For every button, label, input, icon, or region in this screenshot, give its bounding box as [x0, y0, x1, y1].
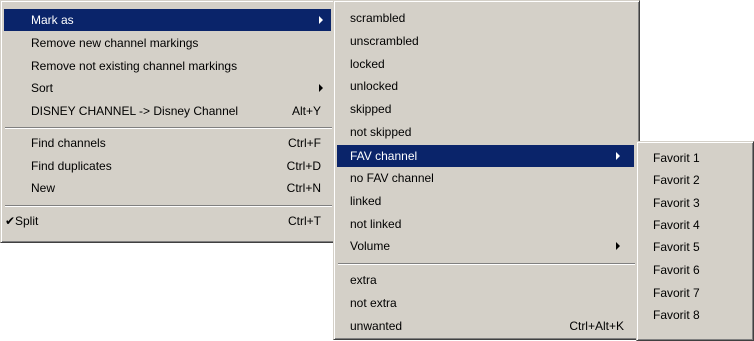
menu-item-favorit-1[interactable]: Favorit 1 [640, 147, 748, 169]
menu-item-label: unwanted [350, 319, 403, 333]
menu-item-split[interactable]: ✔ Split Ctrl+T [4, 210, 331, 232]
menu-item-label: Remove new channel markings [31, 36, 199, 50]
menu-item-not-extra[interactable]: not extra [337, 292, 634, 314]
menu-item-locked[interactable]: locked [337, 53, 634, 75]
menu-item-favorit-4[interactable]: Favorit 4 [640, 214, 748, 236]
menu-item-label: unscrambled [350, 34, 419, 48]
menu-item-shortcut: Ctrl+D [286, 159, 321, 173]
fav-channel-submenu: Favorit 1 Favorit 2 Favorit 3 Favorit 4 … [636, 141, 754, 341]
menu-item-label: linked [350, 194, 382, 208]
menu-item-shortcut: Ctrl+T [288, 214, 321, 228]
menu-item-label: New [31, 181, 56, 195]
menu-item-no-fav-channel[interactable]: no FAV channel [337, 167, 634, 189]
menu-item-not-linked[interactable]: not linked [337, 213, 634, 235]
menu-item-fav-channel[interactable]: FAV channel [337, 145, 634, 167]
menu-item-label: locked [350, 57, 385, 71]
menu-item-mark-as[interactable]: Mark as [4, 9, 331, 31]
menu-item-label: Favorit 3 [653, 196, 700, 210]
menu-item-favorit-6[interactable]: Favorit 6 [640, 259, 748, 281]
menu-item-label: skipped [350, 102, 392, 116]
menu-item-label: FAV channel [350, 149, 418, 163]
menu-item-favorit-3[interactable]: Favorit 3 [640, 192, 748, 214]
menu-item-find-channels[interactable]: Find channels Ctrl+F [4, 132, 331, 154]
menu-item-label: scrambled [350, 11, 406, 25]
menu-item-label: Find channels [31, 136, 106, 150]
menu-item-not-skipped[interactable]: not skipped [337, 121, 634, 143]
menu-item-label: Favorit 7 [653, 286, 700, 300]
context-menu: Mark as Remove new channel markings Remo… [0, 0, 337, 243]
submenu-arrow-icon [616, 152, 620, 160]
menu-item-label: not skipped [350, 125, 412, 139]
menu-item-extra[interactable]: extra [337, 269, 634, 291]
menu-item-favorit-8[interactable]: Favorit 8 [640, 304, 748, 326]
menu-item-rename-disney[interactable]: DISNEY CHANNEL -> Disney Channel Alt+Y [4, 100, 331, 122]
menu-item-unlocked[interactable]: unlocked [337, 75, 634, 97]
menu-item-find-duplicates[interactable]: Find duplicates Ctrl+D [4, 155, 331, 177]
menu-item-label: Favorit 5 [653, 240, 700, 254]
menu-item-shortcut: Ctrl+Alt+K [569, 319, 624, 333]
menu-item-label: not linked [350, 217, 402, 231]
menu-item-linked[interactable]: linked [337, 190, 634, 212]
menu-item-skipped[interactable]: skipped [337, 98, 634, 120]
menu-item-shortcut: Alt+Y [291, 104, 321, 118]
check-icon: ✔ [5, 214, 16, 228]
mark-as-submenu: scrambled unscrambled locked unlocked sk… [333, 0, 640, 340]
menu-item-label: not extra [350, 296, 397, 310]
menu-item-label: DISNEY CHANNEL -> Disney Channel [31, 104, 239, 118]
menu-item-volume[interactable]: Volume [337, 235, 634, 257]
menu-item-label: Split [15, 214, 39, 228]
menu-item-label: Volume [350, 239, 391, 253]
menu-item-remove-not-existing-markings[interactable]: Remove not existing channel markings [4, 55, 331, 77]
menu-item-sort[interactable]: Sort [4, 77, 331, 99]
submenu-arrow-icon [319, 16, 323, 24]
menu-item-unscrambled[interactable]: unscrambled [337, 30, 634, 52]
menu-item-label: Favorit 4 [653, 218, 700, 232]
menu-item-favorit-5[interactable]: Favorit 5 [640, 236, 748, 258]
submenu-arrow-icon [616, 242, 620, 250]
menu-item-label: Favorit 1 [653, 151, 700, 165]
menu-item-scrambled[interactable]: scrambled [337, 7, 634, 29]
menu-item-favorit-2[interactable]: Favorit 2 [640, 169, 748, 191]
menu-item-label: Favorit 8 [653, 308, 700, 322]
menu-item-label: no FAV channel [350, 171, 434, 185]
menu-item-unwanted[interactable]: unwanted Ctrl+Alt+K [337, 315, 634, 337]
menu-item-label: unlocked [350, 79, 399, 93]
menu-item-label: Favorit 2 [653, 173, 700, 187]
menu-separator [338, 263, 635, 265]
menu-item-label: extra [350, 273, 377, 287]
menu-item-new[interactable]: New Ctrl+N [4, 177, 331, 199]
menu-item-label: Mark as [31, 13, 74, 27]
menu-item-label: Favorit 6 [653, 263, 700, 277]
menu-item-remove-new-markings[interactable]: Remove new channel markings [4, 32, 331, 54]
menu-item-shortcut: Ctrl+N [286, 181, 321, 195]
menu-item-shortcut: Ctrl+F [288, 136, 321, 150]
menu-item-label: Find duplicates [31, 159, 112, 173]
menu-separator [5, 205, 332, 207]
menu-item-label: Remove not existing channel markings [31, 59, 238, 73]
menu-separator [5, 127, 332, 129]
menu-item-favorit-7[interactable]: Favorit 7 [640, 282, 748, 304]
menu-item-label: Sort [31, 81, 54, 95]
submenu-arrow-icon [319, 84, 323, 92]
